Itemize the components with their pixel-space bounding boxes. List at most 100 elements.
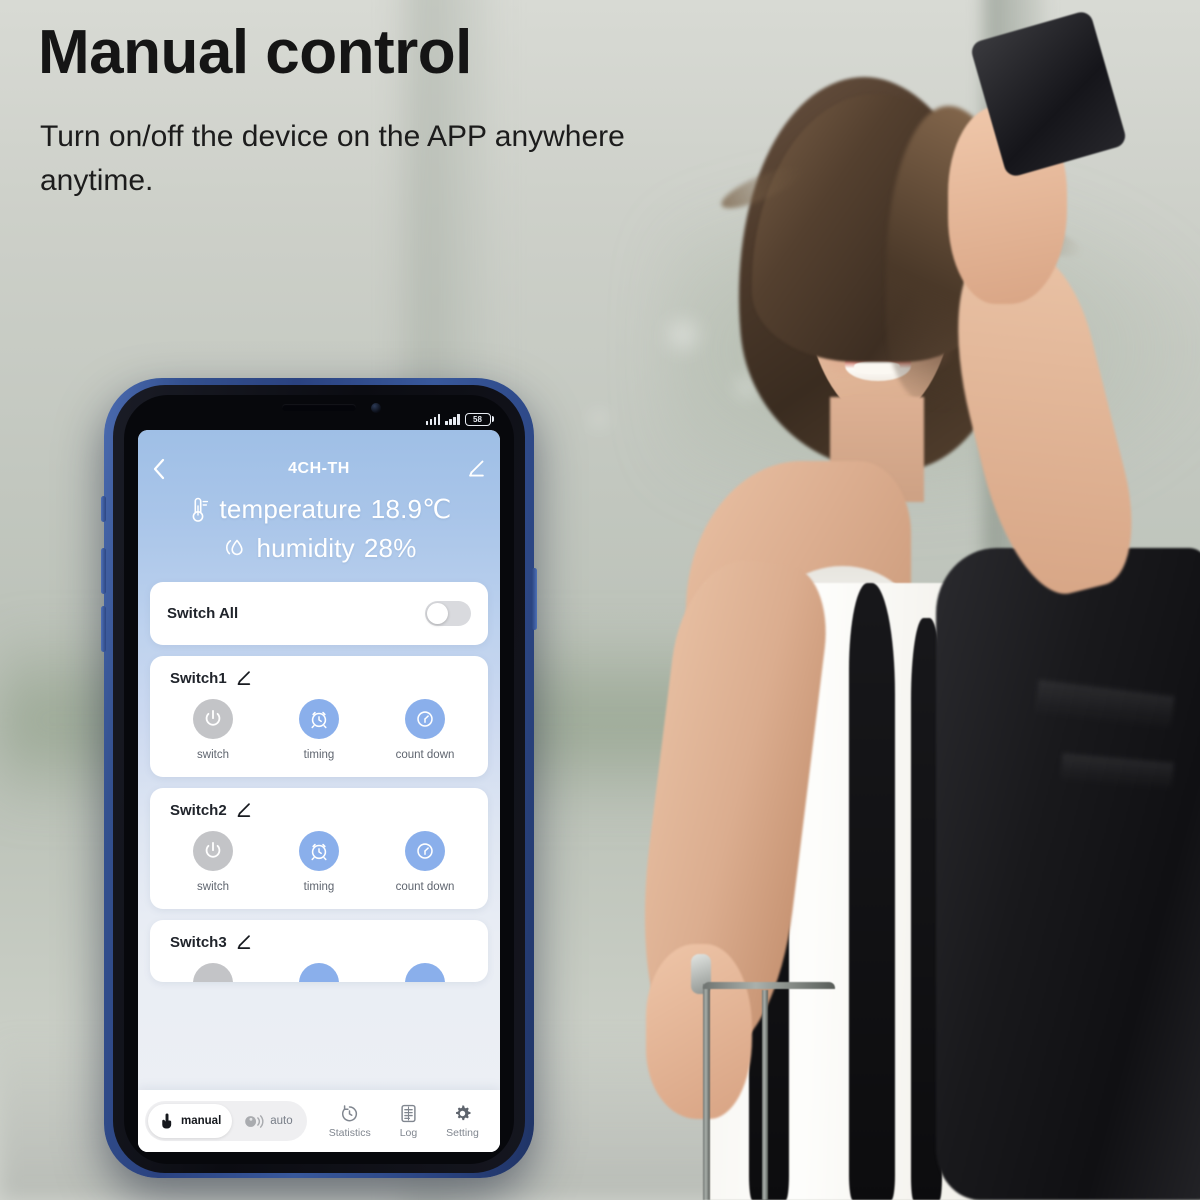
- action-timing-label: timing: [303, 881, 335, 893]
- nav-item-log[interactable]: Log: [399, 1103, 418, 1139]
- rename-switch-button[interactable]: [235, 802, 252, 819]
- action-countdown-label: count down: [395, 749, 455, 761]
- switch-actions: [150, 963, 488, 982]
- nav-item-setting-label: Setting: [446, 1127, 479, 1139]
- phone-mockup: 58 4CH-TH temperature 18.9℃ humidity 28%…: [101, 378, 537, 1178]
- toggle-knob: [427, 603, 448, 624]
- phone-button-mute[interactable]: [101, 496, 106, 522]
- countdown-timer-icon: [405, 831, 445, 871]
- tab-manual-label: manual: [181, 1115, 222, 1127]
- nav-item-statistics[interactable]: Statistics: [329, 1103, 371, 1139]
- action-switch[interactable]: switch: [160, 699, 266, 761]
- edit-device-button[interactable]: [456, 459, 486, 479]
- sensor-temperature-label: temperature: [219, 494, 362, 524]
- suitcase-handle-left: [703, 984, 711, 1200]
- signal-bars-icon: [425, 413, 440, 425]
- gear-icon: [452, 1103, 473, 1124]
- hand-pointer-icon: [162, 1113, 172, 1129]
- action-switch[interactable]: [160, 963, 266, 982]
- humidity-droplet-icon: [226, 539, 244, 555]
- photo-woman: [624, 9, 1200, 1200]
- sensor-humidity-label: humidity: [256, 533, 355, 563]
- switch-actions: switch timing count down: [150, 699, 488, 761]
- rename-switch-button[interactable]: [235, 934, 252, 951]
- countdown-timer-icon: [405, 963, 445, 982]
- pencil-icon: [237, 803, 250, 817]
- alarm-clock-icon: [299, 699, 339, 739]
- signal-bars-icon: [445, 413, 460, 425]
- action-countdown[interactable]: count down: [372, 699, 478, 761]
- switch-actions: switch timing count down: [150, 831, 488, 893]
- switch-card-header: Switch3: [150, 934, 488, 951]
- power-icon: [193, 963, 233, 982]
- phone-button-volume-down[interactable]: [101, 606, 106, 652]
- rename-switch-button[interactable]: [235, 670, 252, 687]
- nav-item-list: Statistics Log Setting: [315, 1103, 493, 1139]
- pencil-icon: [469, 460, 484, 477]
- action-timing-label: timing: [303, 749, 335, 761]
- page-subtitle: Turn on/off the device on the APP anywhe…: [40, 120, 625, 197]
- back-button[interactable]: [152, 458, 182, 480]
- pencil-icon: [237, 671, 250, 685]
- nav-item-log-label: Log: [399, 1127, 418, 1139]
- action-countdown[interactable]: count down: [372, 831, 478, 893]
- switch-all-card[interactable]: Switch All: [150, 582, 488, 645]
- action-switch-label: switch: [197, 881, 229, 893]
- page-title: Manual control: [38, 18, 472, 87]
- phone-screen: 4CH-TH temperature 18.9℃ humidity 28% Sw…: [138, 430, 500, 1152]
- broadcast-icon: [245, 1114, 264, 1128]
- app-header: 4CH-TH: [138, 450, 500, 482]
- chevron-left-icon: [153, 458, 165, 480]
- stopwatch-icon: [339, 1103, 360, 1124]
- action-timing[interactable]: [266, 963, 372, 982]
- battery-cap: [491, 416, 494, 422]
- switch-name: Switch1: [170, 670, 227, 687]
- battery-icon: 58: [464, 412, 494, 426]
- phone-button-power[interactable]: [532, 568, 537, 630]
- thermometer-icon: [192, 497, 209, 522]
- alarm-clock-icon: [299, 963, 339, 982]
- action-countdown[interactable]: [372, 963, 478, 982]
- sensor-humidity: humidity 28%: [138, 533, 500, 564]
- switch-all-toggle[interactable]: [425, 601, 471, 626]
- status-bar: 58: [138, 408, 500, 430]
- switch-all-label: Switch All: [167, 605, 239, 622]
- action-switch[interactable]: switch: [160, 831, 266, 893]
- mode-segmented-control: manual auto: [145, 1101, 307, 1141]
- battery-level: 58: [464, 412, 491, 426]
- nav-item-setting[interactable]: Setting: [446, 1103, 479, 1139]
- page-title-device: 4CH-TH: [288, 460, 350, 477]
- suitcase-handle-right: [762, 990, 768, 1200]
- action-switch-label: switch: [197, 749, 229, 761]
- tab-auto[interactable]: auto: [232, 1104, 303, 1138]
- switch-name: Switch2: [170, 802, 227, 819]
- photo-bokeh: [588, 408, 610, 430]
- switch-card: Switch1 switch timing count down: [150, 656, 488, 777]
- countdown-timer-icon: [405, 699, 445, 739]
- switch-card-header: Switch1: [150, 670, 488, 687]
- switch-card: Switch2 switch timing count down: [150, 788, 488, 909]
- power-icon: [193, 699, 233, 739]
- pencil-icon: [237, 935, 250, 949]
- switch-card-list: Switch All Switch1 switch timing count d…: [138, 582, 500, 1152]
- power-icon: [193, 831, 233, 871]
- switch-card-header: Switch2: [150, 802, 488, 819]
- sensor-temperature: temperature 18.9℃: [138, 494, 500, 525]
- nav-item-statistics-label: Statistics: [328, 1127, 371, 1139]
- tab-auto-label: auto: [270, 1115, 293, 1127]
- sensor-temperature-value: 18.9℃: [370, 494, 452, 524]
- woman-dress-stripe: [848, 583, 895, 1200]
- sensor-readouts: temperature 18.9℃ humidity 28%: [138, 482, 500, 582]
- action-timing[interactable]: timing: [266, 831, 372, 893]
- action-timing[interactable]: timing: [266, 699, 372, 761]
- app-ewelink: 4CH-TH temperature 18.9℃ humidity 28% Sw…: [138, 430, 500, 1152]
- alarm-clock-icon: [299, 831, 339, 871]
- tab-manual[interactable]: manual: [148, 1104, 233, 1138]
- phone-button-volume-up[interactable]: [101, 548, 106, 594]
- sensor-humidity-value: 28%: [363, 533, 417, 563]
- switch-name: Switch3: [170, 934, 227, 951]
- suitcase-handle-top: [703, 981, 836, 989]
- action-countdown-label: count down: [395, 881, 455, 893]
- switch-card: Switch3: [150, 920, 488, 982]
- bottom-navigation: manual auto Statistics Log Setting: [138, 1090, 500, 1152]
